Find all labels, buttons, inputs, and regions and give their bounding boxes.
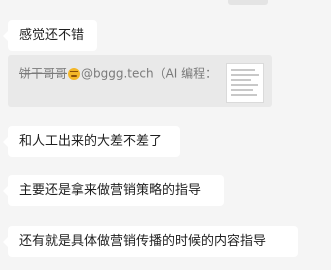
message-bubble-2[interactable]: 和人工出来的大差不差了: [3, 126, 180, 157]
quote-sender: 饼干哥哥: [19, 66, 68, 81]
chat-window: 感觉还不错 饼干哥哥 @bggg.tech（AI 编程： 和人工出来的大差不差了 …: [0, 0, 331, 270]
message-text: 感觉还不错: [19, 28, 85, 43]
quoted-message[interactable]: 饼干哥哥 @bggg.tech（AI 编程：: [8, 55, 272, 107]
previous-message-edge: [228, 0, 268, 5]
document-thumbnail-icon[interactable]: [226, 63, 264, 103]
quote-content: @bggg.tech（AI 编程：: [81, 66, 218, 81]
message-bubble-4[interactable]: 还有就是具体做营销传播的时候的内容指导: [3, 226, 298, 257]
quoted-message-text: 饼干哥哥 @bggg.tech（AI 编程：: [19, 65, 217, 82]
message-text: 主要还是拿来做营销策略的指导: [19, 183, 202, 198]
message-text: 还有就是具体做营销传播的时候的内容指导: [19, 234, 267, 249]
sad-face-emoji-icon: [68, 67, 81, 80]
message-text: 和人工出来的大差不差了: [19, 134, 163, 149]
message-bubble-1[interactable]: 感觉还不错: [3, 20, 97, 51]
message-bubble-3[interactable]: 主要还是拿来做营销策略的指导: [3, 175, 224, 206]
